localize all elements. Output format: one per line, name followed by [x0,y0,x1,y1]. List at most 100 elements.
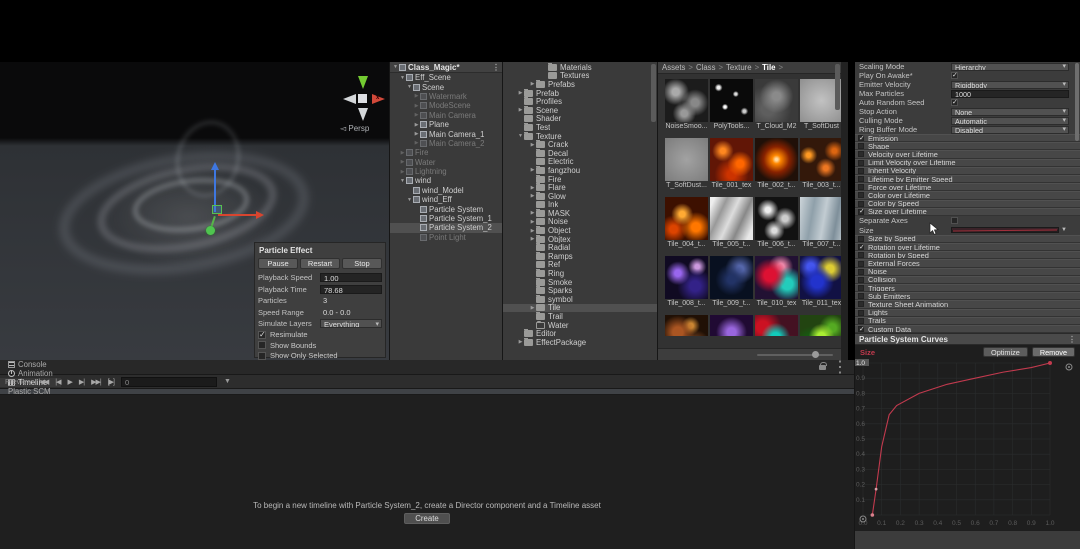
expand-arrow-icon[interactable]: ▼ [517,133,524,139]
hierarchy-item[interactable]: ▼ Eff_Scene [390,73,502,82]
inspector-module[interactable]: Rotation by Speed [855,251,1080,259]
hierarchy-item[interactable]: ▶ Fire [390,148,502,157]
asset-item[interactable]: Tile_014_tex [755,315,798,336]
folder-item[interactable]: symbol [503,295,657,304]
hierarchy-item[interactable]: ▶ Plane [390,120,502,129]
hierarchy-item[interactable]: ▶ ModeScene [390,101,502,110]
inspector-module[interactable]: Velocity over Lifetime [855,150,1080,158]
optimize-button[interactable]: Optimize [983,347,1028,357]
property-control[interactable]: None [951,108,1069,116]
remove-button[interactable]: Remove [1032,347,1075,357]
playback-button[interactable]: Restart [300,258,340,269]
module-enabled-checkbox[interactable] [858,176,864,182]
folder-item[interactable]: Test [503,123,657,132]
hierarchy-item[interactable]: wind_Model [390,186,502,195]
inspector-module[interactable]: Emission [855,134,1080,142]
module-enabled-checkbox[interactable] [858,318,864,324]
field-value[interactable]: Everything [320,319,382,328]
breadcrumb-segment[interactable]: Texture [726,63,752,72]
module-enabled-checkbox[interactable] [858,201,864,207]
separate-axes-checkbox[interactable] [951,217,958,224]
preview-toggle[interactable]: Preview [5,377,32,386]
asset-item[interactable]: Tile_004_t... [665,197,708,248]
folder-item[interactable]: ▶ Crack [503,140,657,149]
folder-item[interactable]: Decal [503,149,657,158]
hierarchy-item[interactable]: ▶ Watermark [390,92,502,101]
expand-arrow-icon[interactable]: ▼ [399,178,406,184]
gizmo-plane-handle[interactable] [212,205,222,214]
module-enabled-checkbox[interactable] [858,236,864,242]
folder-item[interactable]: Ref [503,261,657,270]
folder-item[interactable]: Shader [503,115,657,124]
asset-item[interactable]: Tile_003_t... [800,138,841,189]
inspector-module[interactable]: Force over Lifetime [855,183,1080,191]
dock-tab[interactable]: Console [0,360,61,369]
module-enabled-checkbox[interactable] [858,244,864,250]
inspector-module[interactable]: Lifetime by Emitter Speed [855,175,1080,183]
asset-thumbnail[interactable] [755,197,798,240]
asset-item[interactable]: Tile_001_tex [710,138,753,189]
asset-thumbnail[interactable] [755,138,798,181]
asset-thumbnail[interactable] [665,138,708,181]
expand-arrow-icon[interactable]: ▶ [413,112,420,118]
checkbox[interactable] [258,352,266,360]
inspector-module[interactable]: Custom Data [855,325,1080,333]
expand-arrow-icon[interactable]: ▶ [529,210,536,216]
asset-thumbnail[interactable] [710,79,753,122]
kebab-menu-icon[interactable]: ⋮ [1068,335,1076,344]
folder-item[interactable]: ▶ MASK [503,209,657,218]
curve-plot[interactable]: 1.00.90.80.70.60.50.40.30.20.10.00.10.20… [855,359,1080,531]
property-control[interactable]: Disabled [951,126,1069,134]
create-button[interactable]: Create [404,513,450,524]
module-enabled-checkbox[interactable] [858,277,864,283]
hierarchy-item[interactable]: Point Light [390,233,502,242]
folder-item[interactable]: ▶ Tile [503,304,657,313]
playback-button[interactable]: Pause [258,258,298,269]
size-curve-preview[interactable] [951,227,1059,233]
folder-item[interactable]: Fire [503,175,657,184]
module-enabled-checkbox[interactable] [858,192,864,198]
property-control[interactable]: 1000 [951,90,1069,98]
inspector-module[interactable]: Limit Velocity over Lifetime [855,159,1080,167]
expand-arrow-icon[interactable]: ▼ [406,197,413,203]
module-enabled-checkbox[interactable] [858,151,864,157]
lock-icon[interactable] [819,365,826,370]
transport-button[interactable]: [▶] [108,378,114,386]
gizmo-cone-icon[interactable] [338,94,356,104]
dropdown-icon[interactable]: ▼ [224,378,231,385]
expand-arrow-icon[interactable]: ▶ [529,228,536,234]
property-checkbox[interactable] [951,99,958,106]
hierarchy-item[interactable]: Particle System_2 [390,223,502,232]
expand-arrow-icon[interactable]: ▶ [413,122,420,128]
transport-button[interactable]: ▶ [67,378,71,386]
property-checkbox[interactable] [951,72,958,79]
folder-item[interactable]: ▶ Object [503,226,657,235]
particle-system-curves-header[interactable]: Particle System Curves ⋮ [855,333,1080,345]
kebab-menu-icon[interactable]: ⋮ [492,63,500,72]
asset-thumbnail[interactable] [665,256,708,299]
transport-button[interactable]: ▶| [79,378,84,386]
expand-arrow-icon[interactable]: ▶ [413,131,420,137]
asset-grid-scrollbar[interactable] [835,64,840,110]
inspector-module[interactable]: Inherit Velocity [855,167,1080,175]
asset-thumbnail[interactable] [800,138,841,181]
hierarchy-item[interactable]: ▼ wind_Eff [390,195,502,204]
folder-item[interactable]: Sparks [503,286,657,295]
inspector-module[interactable]: Rotation over Lifetime [855,243,1080,251]
asset-thumbnail[interactable] [755,256,798,299]
hierarchy-item[interactable]: ▼ Scene [390,82,502,91]
asset-item[interactable]: PolyTools... [710,79,753,130]
expand-arrow-icon[interactable]: ▶ [529,81,536,87]
folder-item[interactable]: ▶ Prefabs [503,80,657,89]
folder-item[interactable]: Textures [503,72,657,81]
module-enabled-checkbox[interactable] [858,261,864,267]
frame-field[interactable]: 0 [121,377,217,387]
hierarchy-item[interactable]: ▶ Lightning [390,167,502,176]
inspector-module[interactable]: Size by Speed [855,235,1080,243]
field-value[interactable]: 1.00 [320,273,382,282]
inspector-module[interactable]: Color by Speed [855,200,1080,208]
gizmo-y-cone-icon[interactable] [358,76,368,94]
curve-dropdown-icon[interactable]: ▼ [1061,227,1067,233]
gizmo-x-cone-icon[interactable] [372,94,390,104]
transport-button[interactable]: |◀ [55,378,60,386]
